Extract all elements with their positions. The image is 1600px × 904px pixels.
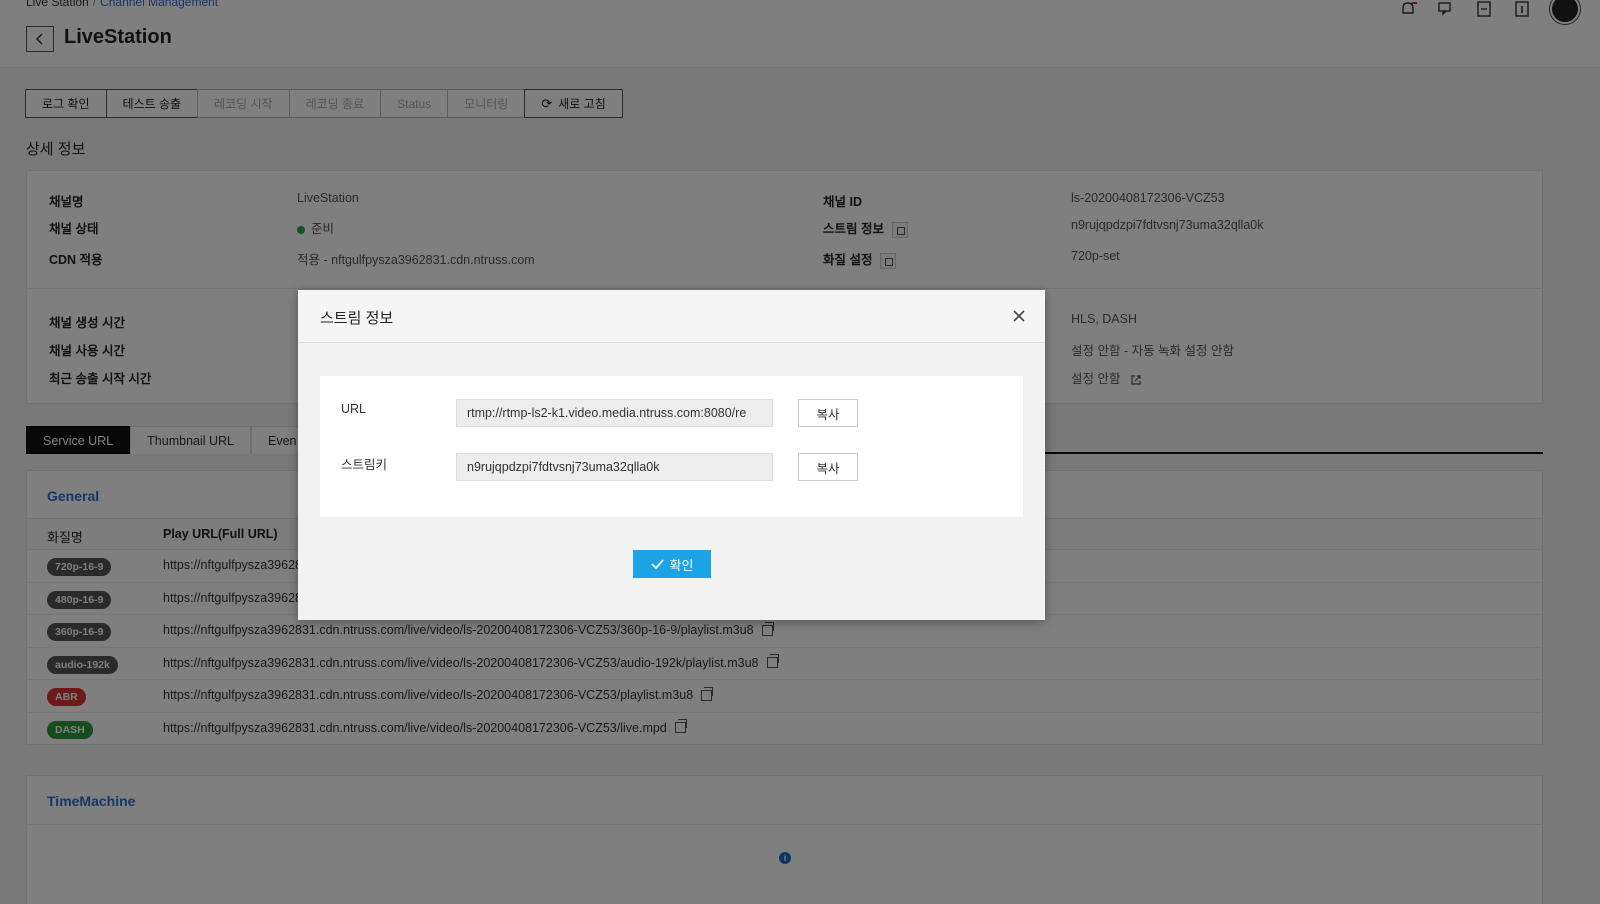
stream-key-label: 스트림키: [341, 458, 388, 472]
modal-header: 스트림 정보: [298, 290, 1045, 343]
stream-info-modal: 스트림 정보 URL rtmp://rtmp-ls2-k1.video.medi…: [298, 290, 1045, 620]
modal-body: URL rtmp://rtmp-ls2-k1.video.media.ntrus…: [320, 376, 1023, 517]
copy-key-button[interactable]: 복사: [798, 453, 858, 481]
confirm-label: 확인: [669, 557, 694, 573]
url-label: URL: [341, 402, 367, 416]
confirm-button[interactable]: 확인: [633, 550, 711, 578]
modal-title: 스트림 정보: [320, 310, 394, 327]
url-field[interactable]: rtmp://rtmp-ls2-k1.video.media.ntruss.co…: [456, 399, 773, 427]
copy-url-button[interactable]: 복사: [798, 399, 858, 427]
stream-key-field[interactable]: n9rujqpdzpi7fdtvsnj73uma32qlla0k: [456, 453, 773, 481]
check-icon: [650, 559, 664, 569]
close-icon[interactable]: [1011, 308, 1027, 324]
